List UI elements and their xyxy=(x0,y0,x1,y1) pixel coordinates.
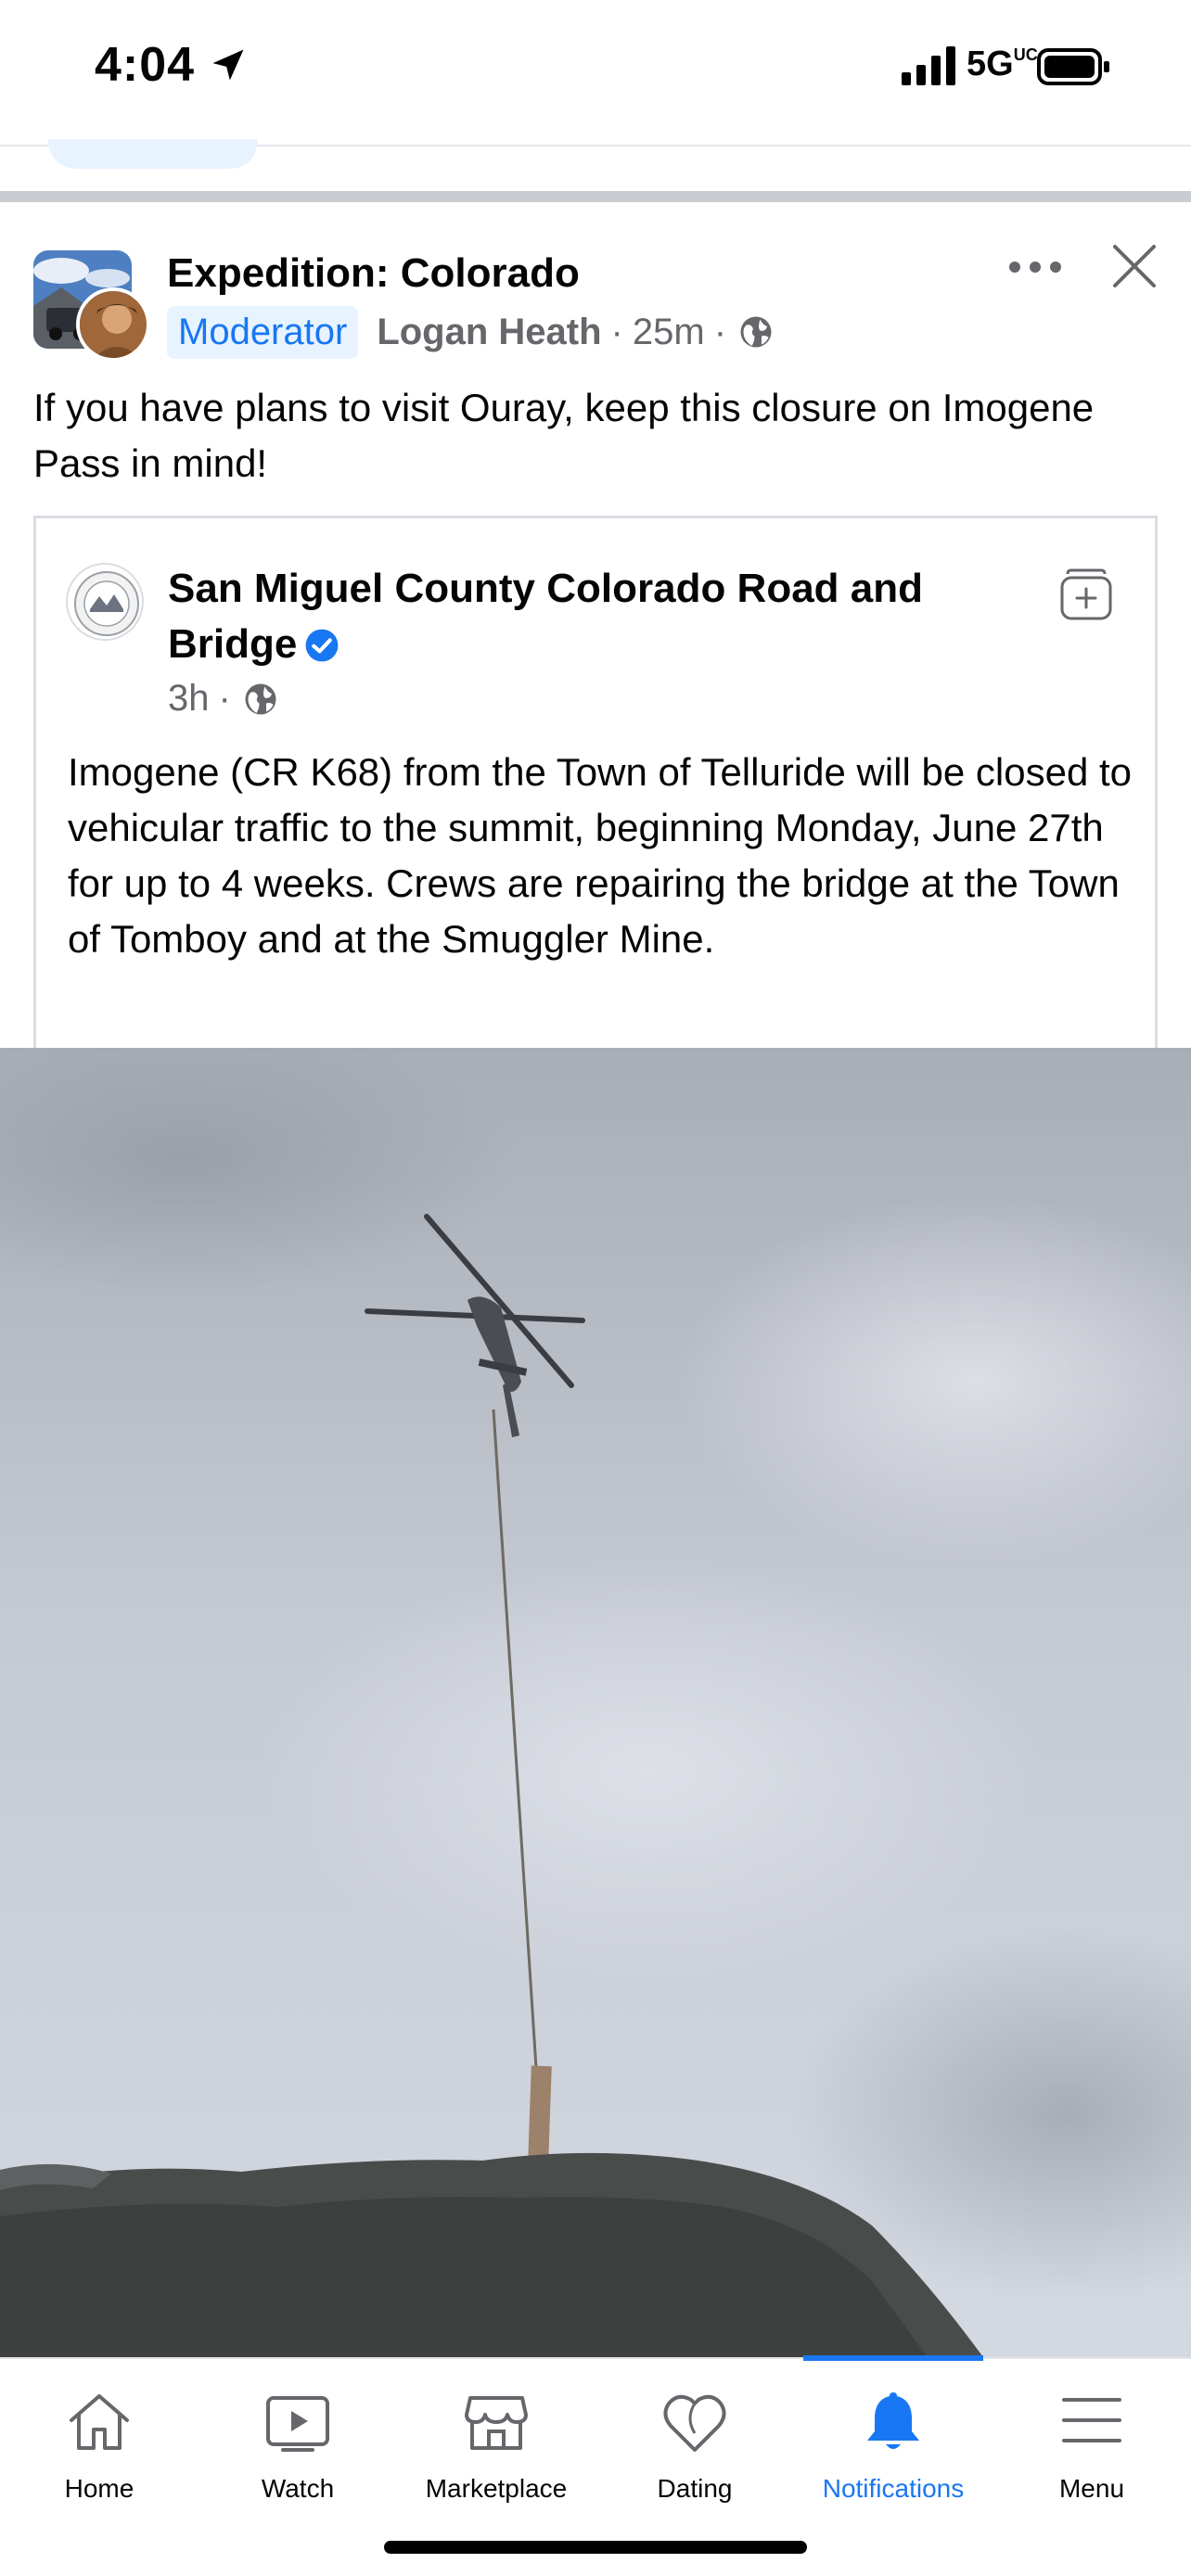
bell-icon xyxy=(867,2392,919,2449)
post-text: If you have plans to visit Ouray, keep t… xyxy=(33,386,1095,485)
nav-dating[interactable]: Dating xyxy=(596,2359,794,2526)
post-photo[interactable] xyxy=(0,1048,1191,2357)
location-arrow-icon xyxy=(212,49,244,81)
post-author[interactable]: Logan Heath xyxy=(377,312,601,353)
nav-label-dating: Dating xyxy=(657,2474,733,2503)
nav-label-menu: Menu xyxy=(1058,2474,1125,2503)
verified-badge-icon xyxy=(305,629,339,662)
group-avatar[interactable] xyxy=(33,250,150,362)
meta-separator: · xyxy=(218,678,231,719)
menu-icon xyxy=(1062,2398,1121,2442)
header-pill[interactable] xyxy=(48,139,258,169)
moderator-avatar xyxy=(76,287,150,362)
status-bar: 4:04 5GUC xyxy=(0,0,1191,139)
shared-post-time[interactable]: 3h xyxy=(168,678,210,720)
shared-post-text: Imogene (CR K68) from the Town of Tellur… xyxy=(68,750,1133,961)
nav-label-notifications: Notifications xyxy=(822,2474,965,2503)
nav-notifications[interactable]: Notifications xyxy=(794,2359,992,2526)
network-type: 5GUC xyxy=(967,45,1038,83)
page-name[interactable]: San Miguel County Colorado Road and Brid… xyxy=(168,561,1058,672)
meta-separator: · xyxy=(610,311,623,352)
globe-icon xyxy=(245,683,276,714)
post-meta: Moderator Logan Heath · 25m · xyxy=(167,304,773,360)
more-options-icon[interactable] xyxy=(1007,256,1063,278)
status-time: 4:04 xyxy=(95,38,196,92)
save-post-icon[interactable] xyxy=(1057,565,1116,624)
battery-icon xyxy=(1037,48,1109,85)
dating-icon xyxy=(663,2394,726,2452)
nav-label-home: Home xyxy=(64,2474,134,2503)
nav-label-watch: Watch xyxy=(261,2474,335,2503)
nav-watch[interactable]: Watch xyxy=(198,2359,397,2526)
nav-menu[interactable]: Menu xyxy=(992,2359,1191,2526)
shared-post-card[interactable]: San Miguel County Colorado Road and Brid… xyxy=(33,516,1158,1050)
network-suffix: UC xyxy=(1013,45,1038,64)
nav-label-marketplace: Marketplace xyxy=(425,2474,568,2503)
globe-icon xyxy=(740,316,772,348)
page: 4:04 5GUC Expedition: Colorado Moderator… xyxy=(0,0,1191,2576)
nav-home[interactable]: Home xyxy=(0,2359,198,2526)
home-icon xyxy=(70,2394,129,2450)
cellular-signal-icon xyxy=(902,46,955,85)
post-time[interactable]: 25m xyxy=(633,312,705,353)
meta-separator: · xyxy=(713,311,727,352)
marketplace-icon xyxy=(465,2396,528,2450)
section-separator xyxy=(0,191,1191,202)
watch-icon xyxy=(266,2396,329,2452)
shared-post-meta: 3h · xyxy=(168,678,277,720)
page-logo[interactable] xyxy=(66,563,144,641)
close-icon[interactable] xyxy=(1111,243,1158,289)
moderator-badge: Moderator xyxy=(167,305,359,359)
nav-marketplace[interactable]: Marketplace xyxy=(397,2359,596,2526)
group-name[interactable]: Expedition: Colorado xyxy=(167,250,580,297)
home-indicator[interactable] xyxy=(384,2541,807,2554)
